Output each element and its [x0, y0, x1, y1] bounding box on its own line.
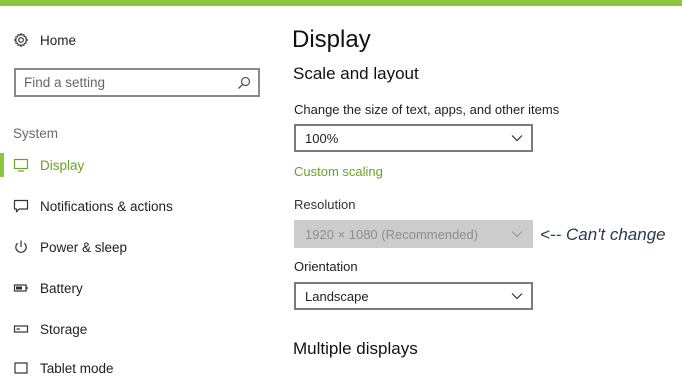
- orientation-label: Orientation: [294, 259, 358, 274]
- size-label: Change the size of text, apps, and other…: [294, 102, 560, 117]
- sidebar-item-storage[interactable]: Storage: [0, 317, 87, 341]
- notification-icon: [13, 198, 29, 214]
- storage-icon: [13, 321, 29, 337]
- tablet-icon: [13, 360, 29, 376]
- sidebar-item-label: Battery: [40, 280, 83, 296]
- search-icon[interactable]: [236, 75, 252, 91]
- search-box[interactable]: [14, 68, 260, 97]
- sidebar-item-tablet-mode[interactable]: Tablet mode: [0, 356, 114, 380]
- scale-dropdown-value: 100%: [305, 130, 339, 146]
- sidebar-item-label: Power & sleep: [40, 239, 128, 255]
- search-input[interactable]: [24, 73, 229, 92]
- chevron-down-icon: [511, 231, 523, 238]
- power-icon: [13, 239, 29, 255]
- sidebar-item-label: Storage: [40, 321, 88, 337]
- chevron-down-icon: [511, 293, 523, 300]
- sidebar-item-label: Notifications & actions: [40, 198, 173, 214]
- sidebar-item-label: Display: [40, 157, 85, 173]
- page-title: Display: [292, 26, 371, 53]
- multiple-displays-heading: Multiple displays: [293, 339, 418, 358]
- section-label-system: System: [13, 126, 59, 141]
- custom-scaling-link[interactable]: Custom scaling: [294, 164, 383, 179]
- resolution-label: Resolution: [294, 197, 356, 212]
- sidebar-item-label: Tablet mode: [40, 360, 114, 376]
- resolution-dropdown: 1920 × 1080 (Recommended): [294, 220, 533, 248]
- monitor-icon: [13, 157, 29, 173]
- gear-icon: [13, 32, 29, 48]
- battery-icon: [13, 280, 29, 296]
- sidebar-item-power[interactable]: Power & sleep: [0, 235, 127, 259]
- orientation-dropdown-value: Landscape: [305, 288, 369, 304]
- sidebar-home-label: Home: [40, 32, 77, 48]
- chevron-down-icon: [511, 135, 523, 142]
- resolution-dropdown-value: 1920 × 1080 (Recommended): [305, 226, 479, 242]
- sidebar-item-home[interactable]: Home: [0, 28, 76, 52]
- scale-and-layout-heading: Scale and layout: [293, 64, 419, 83]
- sidebar-item-battery[interactable]: Battery: [0, 276, 83, 300]
- sidebar-item-notifications[interactable]: Notifications & actions: [0, 194, 173, 218]
- cant-change-annotation: <-- Can't change: [540, 225, 666, 244]
- sidebar-item-display[interactable]: Display: [0, 153, 84, 177]
- orientation-dropdown[interactable]: Landscape: [294, 282, 533, 310]
- scale-dropdown[interactable]: 100%: [294, 124, 533, 152]
